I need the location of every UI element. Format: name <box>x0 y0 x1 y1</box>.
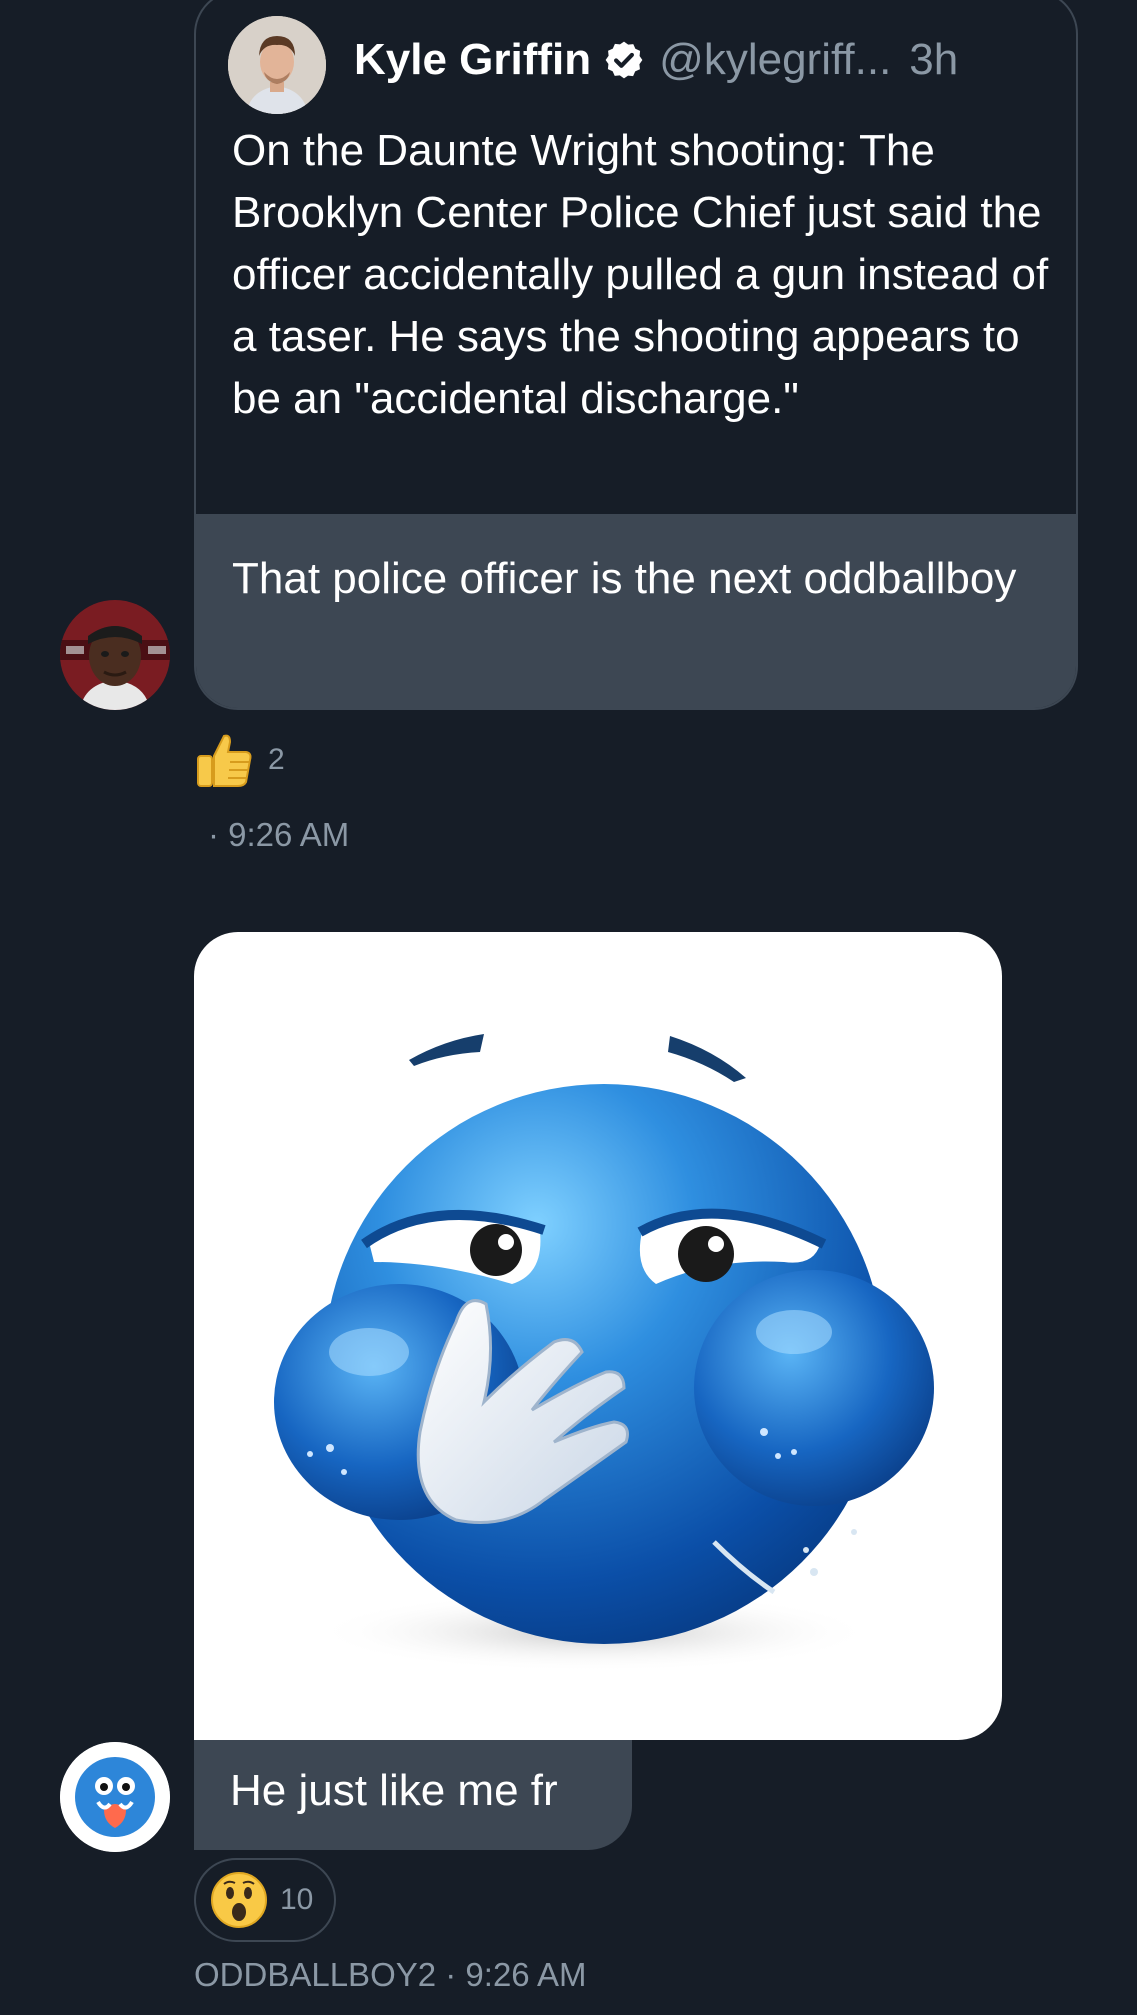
quoted-author-name[interactable]: Kyle Griffin <box>354 35 591 85</box>
quoted-tweet-header: Kyle Griffin @kylegriff... 3h <box>354 30 958 90</box>
reaction-thumbs-up[interactable]: 2 <box>192 728 285 792</box>
message-bubble[interactable]: That police officer is the next oddballb… <box>196 514 1076 708</box>
quoted-tweet-time: 3h <box>909 35 959 84</box>
thumbs-up-icon <box>197 734 252 787</box>
sender-avatar[interactable] <box>60 1742 170 1852</box>
verified-badge-icon <box>605 41 643 79</box>
quoted-tweet-text: On the Daunte Wright shooting: The Brook… <box>232 126 1049 423</box>
surprised-face-icon <box>211 1872 267 1928</box>
image-message[interactable] <box>194 932 1002 1740</box>
sender-avatar[interactable] <box>60 600 170 710</box>
message-text: He just like me fr <box>230 1766 558 1815</box>
sender-name-timestamp: ODDBALLBOY2 · 9:26 AM <box>194 1956 587 1993</box>
message-timestamp: · 9:26 AM <box>208 816 350 853</box>
reaction-surprised[interactable]: 10 <box>194 1858 336 1942</box>
blue-emoji-laughing-image <box>274 1034 934 1672</box>
message-bubble[interactable]: He just like me fr <box>194 1740 632 1850</box>
reaction-count: 10 <box>280 1883 314 1916</box>
reaction-count: 2 <box>268 743 285 776</box>
quoted-tweet-card[interactable]: Kyle Griffin @kylegriff... 3h On the Dau… <box>194 0 1078 710</box>
quoted-author-handle: @kylegriff... <box>659 35 892 84</box>
quoted-author-avatar[interactable] <box>228 16 326 114</box>
message-text: That police officer is the next oddballb… <box>232 554 1017 603</box>
